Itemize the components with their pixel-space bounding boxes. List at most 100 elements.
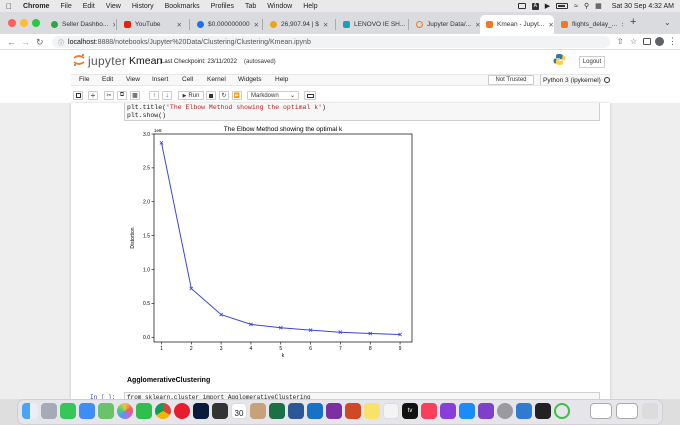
calendar-icon[interactable]: 30 xyxy=(231,403,247,419)
side-panel-icon[interactable] xyxy=(643,38,651,45)
messages-icon[interactable] xyxy=(60,403,76,419)
share-icon[interactable]: ⇧ xyxy=(617,37,624,46)
music-icon[interactable] xyxy=(421,403,437,419)
tab-close-icon[interactable]: ✕ xyxy=(544,21,553,29)
tab-close-icon[interactable]: ✕ xyxy=(250,21,259,29)
screen-record-icon[interactable] xyxy=(517,3,526,9)
jmenu-help[interactable]: Help xyxy=(275,76,288,83)
excel-icon[interactable] xyxy=(269,403,285,419)
logout-button[interactable]: Logout xyxy=(579,56,605,68)
window-close-button[interactable] xyxy=(8,19,16,27)
forward-icon[interactable]: → xyxy=(21,37,30,47)
chrome-icon[interactable] xyxy=(155,403,171,419)
photos-icon[interactable] xyxy=(117,403,133,419)
move-down-button[interactable]: ↓ xyxy=(162,91,172,100)
settings-icon[interactable] xyxy=(497,403,513,419)
finder-icon[interactable] xyxy=(22,403,38,419)
cell-type-select[interactable]: Markdown ⌄ xyxy=(247,91,299,100)
menu-window[interactable]: Window xyxy=(267,3,292,10)
new-tab-button[interactable]: + xyxy=(630,16,636,28)
tab-youtube[interactable]: YouTube ✕ xyxy=(118,15,188,34)
tab-close-icon[interactable]: ✕ xyxy=(617,21,623,29)
chrome-menu-icon[interactable]: ⋮ xyxy=(668,36,677,47)
podcasts-icon[interactable] xyxy=(440,403,456,419)
jmenu-cell[interactable]: Cell xyxy=(182,76,193,83)
downloads-stack-icon[interactable] xyxy=(590,403,612,419)
move-up-button[interactable]: ↑ xyxy=(149,91,159,100)
command-palette-button[interactable] xyxy=(304,91,316,100)
tab-close-icon[interactable]: ✕ xyxy=(319,21,328,29)
paste-button[interactable]: ▩ xyxy=(130,91,140,100)
tab-flights-delay[interactable]: flights_delay_... ✕ xyxy=(555,15,623,34)
vscode-icon[interactable] xyxy=(516,403,532,419)
trash-icon[interactable] xyxy=(642,403,658,419)
jmenu-edit[interactable]: Edit xyxy=(102,76,113,83)
launchpad-icon[interactable] xyxy=(41,403,57,419)
tab-lenovo[interactable]: LENOVO IE SH... ✕ xyxy=(337,15,407,34)
tab-price[interactable]: $0.000000000 ✕ xyxy=(191,15,261,34)
jupyter-logo-icon[interactable] xyxy=(72,53,86,67)
app-store-icon[interactable] xyxy=(459,403,475,419)
tab-kmean-active[interactable]: Kmean - Jupyt... ✕ xyxy=(480,15,554,34)
run-button[interactable]: ▶ Run xyxy=(178,91,204,100)
copy-button[interactable]: ⧉ xyxy=(117,91,127,100)
tab-close-icon[interactable]: ✕ xyxy=(405,21,407,29)
tab-search-icon[interactable]: ⌄ xyxy=(664,18,671,27)
tab-bitcoin[interactable]: 26,907.94 | $ ✕ xyxy=(264,15,334,34)
onenote-alt-icon[interactable] xyxy=(478,403,494,419)
notebook-name[interactable]: Kmean xyxy=(129,55,162,67)
jmenu-kernel[interactable]: Kernel xyxy=(207,76,226,83)
photoshop-icon[interactable] xyxy=(193,403,209,419)
notes-icon[interactable] xyxy=(364,403,380,419)
reload-icon[interactable]: ↻ xyxy=(36,37,44,48)
spotlight-icon[interactable]: ⚲ xyxy=(584,2,589,10)
loading-app-icon[interactable] xyxy=(554,403,570,419)
onenote-icon[interactable] xyxy=(326,403,342,419)
window-minimize-button[interactable] xyxy=(20,19,28,27)
maps-icon[interactable] xyxy=(98,403,114,419)
powerpoint-icon[interactable] xyxy=(345,403,361,419)
keyboard-a-icon[interactable]: A xyxy=(531,2,539,10)
tab-close-icon[interactable]: ✕ xyxy=(108,21,115,29)
window-zoom-button[interactable] xyxy=(32,19,40,27)
menu-tab[interactable]: Tab xyxy=(245,3,256,10)
tab-jupyter-data[interactable]: Jupyter Data/... ✕ xyxy=(410,15,480,34)
app-icon[interactable] xyxy=(212,403,228,419)
apple-icon[interactable]:  xyxy=(6,2,12,11)
interrupt-button[interactable] xyxy=(206,91,216,100)
apple-tv-icon[interactable]: tv xyxy=(402,403,418,419)
restart-button[interactable]: ↻ xyxy=(219,91,229,100)
back-icon[interactable]: ← xyxy=(7,37,16,47)
bookmark-star-icon[interactable]: ☆ xyxy=(630,37,637,46)
menu-profiles[interactable]: Profiles xyxy=(211,3,234,10)
site-info-icon[interactable]: ⓘ xyxy=(58,38,64,47)
menu-view[interactable]: View xyxy=(106,3,121,10)
wifi-icon[interactable]: ≈ xyxy=(574,3,578,10)
menu-edit[interactable]: Edit xyxy=(83,3,95,10)
menu-help[interactable]: Help xyxy=(303,3,317,10)
jmenu-view[interactable]: View xyxy=(126,76,140,83)
battery-icon[interactable] xyxy=(556,3,569,9)
menubar-clock[interactable]: Sat 30 Sep 4:32 AM xyxy=(612,3,674,10)
restart-run-all-button[interactable]: ⏩ xyxy=(232,91,242,100)
reminders-icon[interactable] xyxy=(383,403,399,419)
tab-seller-dashboard[interactable]: Seller Dashbo... ✕ xyxy=(45,15,115,34)
word-icon[interactable] xyxy=(288,403,304,419)
save-button[interactable] xyxy=(73,91,83,100)
control-center-icon[interactable]: ▦ xyxy=(595,2,602,10)
menu-history[interactable]: History xyxy=(132,3,154,10)
address-bar[interactable]: ⓘ localhost:8888/notebooks/Jupyter%20Dat… xyxy=(52,36,610,48)
profile-avatar[interactable] xyxy=(655,37,664,46)
cut-button[interactable]: ✂ xyxy=(104,91,114,100)
mail-icon[interactable] xyxy=(79,403,95,419)
kernel-indicator[interactable]: Python 3 (ipykernel) xyxy=(540,75,610,85)
opera-icon[interactable] xyxy=(174,403,190,419)
tab-close-icon[interactable]: ✕ xyxy=(173,21,182,29)
contacts-icon[interactable] xyxy=(250,403,266,419)
terminal-icon[interactable] xyxy=(535,403,551,419)
volume-icon[interactable]: ▶ xyxy=(545,2,550,10)
jmenu-insert[interactable]: Insert xyxy=(152,76,168,83)
outlook-icon[interactable] xyxy=(307,403,323,419)
app-menu-chrome[interactable]: Chrome xyxy=(23,3,49,10)
facetime-icon[interactable] xyxy=(136,403,152,419)
